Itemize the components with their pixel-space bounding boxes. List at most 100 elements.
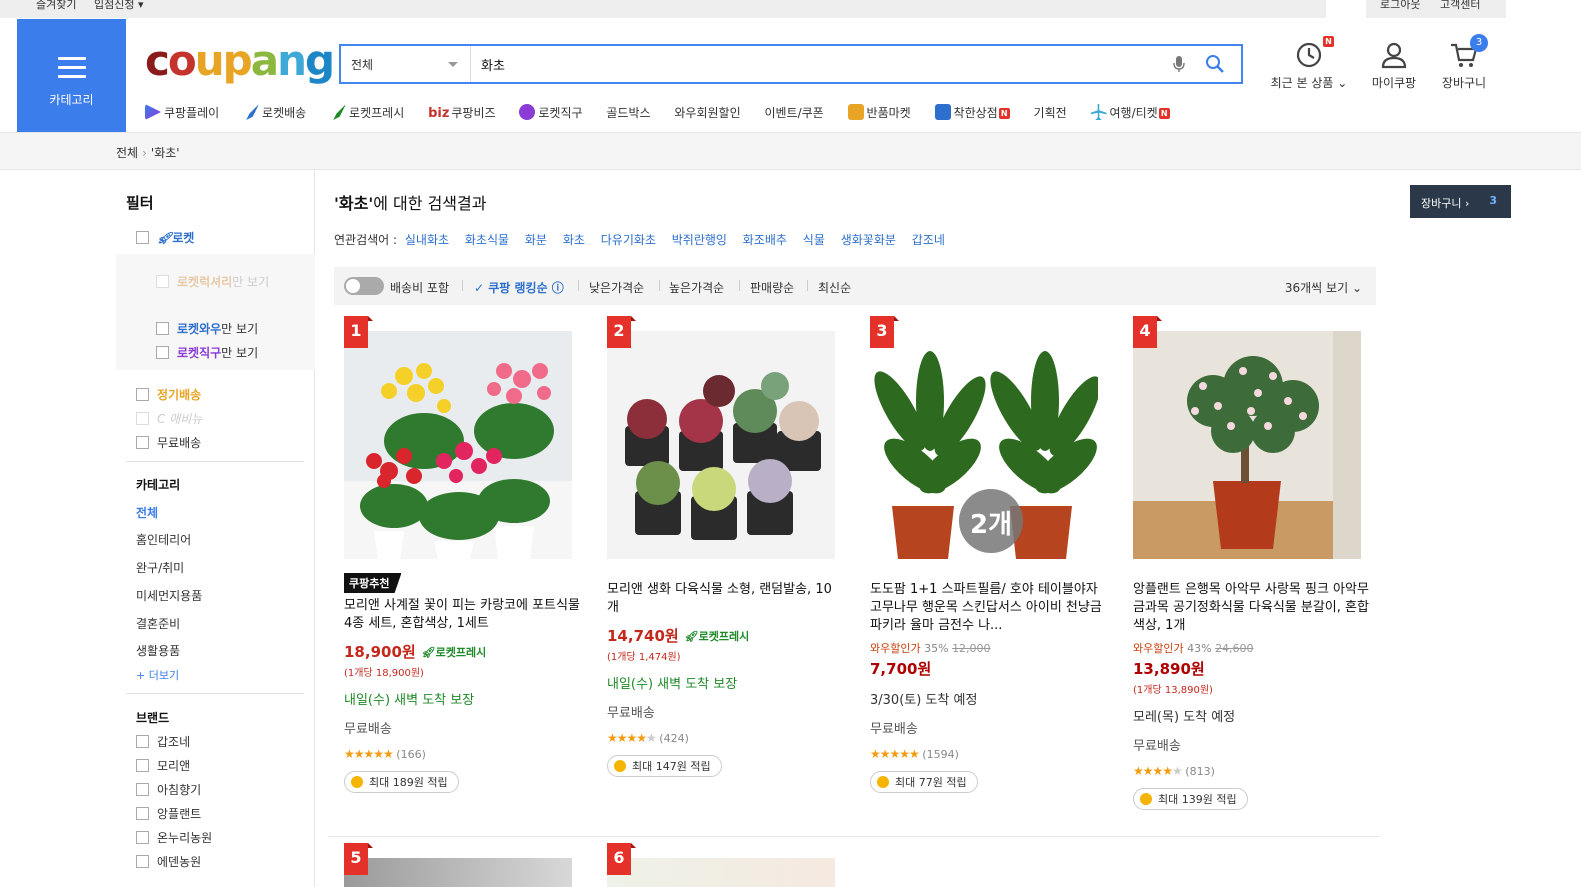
- brand-checkbox[interactable]: 온누리농원: [136, 829, 212, 846]
- related-keyword[interactable]: 생화꽃화분: [841, 233, 896, 247]
- related-keyword[interactable]: 실내화초: [405, 233, 449, 247]
- search-bar: 전체: [339, 44, 1243, 84]
- category-link[interactable]: 완구/취미: [136, 559, 184, 576]
- cart-button[interactable]: 3 장바구니: [1438, 34, 1490, 91]
- related-keyword[interactable]: 다유기화초: [601, 233, 656, 247]
- delivery-info: 3/30(토) 도착 예정: [870, 693, 978, 708]
- review-count: (813): [1185, 765, 1215, 778]
- nav-rocket-delivery[interactable]: 로켓배송: [243, 104, 306, 121]
- category-link[interactable]: 결혼준비: [136, 615, 180, 632]
- related-keyword[interactable]: 화초: [563, 233, 585, 247]
- product-image[interactable]: [1133, 331, 1361, 559]
- microphone-icon[interactable]: [1173, 55, 1185, 76]
- product-image[interactable]: [607, 858, 835, 887]
- product-name[interactable]: 모리앤 생화 다육식물 소형, 랜덤발송, 10개: [607, 581, 843, 617]
- related-keyword[interactable]: 화분: [525, 233, 547, 247]
- shipping-fee-toggle[interactable]: [344, 277, 384, 295]
- global-icon: [519, 104, 536, 120]
- sort-newest[interactable]: 최신순: [818, 279, 851, 296]
- coin-icon: [1140, 793, 1152, 805]
- product-name[interactable]: 모리앤 사계절 꽃이 피는 카랑코에 포트식물 4종 세트, 혼합색상, 1세트: [344, 597, 580, 633]
- nav-exhibition[interactable]: 기획전: [1034, 104, 1067, 121]
- related-keyword[interactable]: 갑조네: [912, 233, 945, 247]
- category-section-title: 카테고리: [136, 478, 181, 492]
- recent-viewed-button[interactable]: N 최근 본 상품 ⌄: [1264, 36, 1354, 91]
- product-image[interactable]: [344, 331, 572, 559]
- free-shipping-checkbox[interactable]: 무료배송: [136, 434, 201, 451]
- category-link[interactable]: 미세먼지용품: [136, 587, 202, 604]
- shipping-info: 무료배송: [870, 722, 918, 737]
- search-category-select[interactable]: 전체: [341, 46, 471, 82]
- new-badge: N: [1158, 108, 1170, 119]
- nav-rocket-fresh[interactable]: 로켓프레시: [330, 104, 404, 121]
- bookmark-link[interactable]: 즐겨찾기: [36, 0, 76, 11]
- subscription-checkbox[interactable]: 정기배송: [136, 386, 201, 403]
- nav-travel-ticket[interactable]: 여행/티켓 N: [1090, 104, 1170, 121]
- product-name[interactable]: 앙플랜트 은행목 아악무 사랑목 핑크 아악무 금과목 공기정화식물 다육식물 …: [1133, 581, 1369, 635]
- sort-bar: 배송비 포함 ✓ 쿠팡 랭킹순 ⓘ 낮은가격순 높은가격순 판매량순 최신순 3…: [334, 267, 1376, 305]
- category-link[interactable]: 홈인테리어: [136, 531, 191, 548]
- rocket-filter-checkbox[interactable]: 🚀︎ 로켓: [136, 229, 194, 246]
- reward-badge: 최대 77원 적립: [870, 771, 978, 793]
- mypage-button[interactable]: 마이쿠팡: [1370, 40, 1418, 91]
- discount-info: 와우할인가 35% 12,000: [870, 642, 991, 655]
- category-link-all[interactable]: 전체: [136, 504, 158, 521]
- utility-links: 즐겨찾기 입점신청 ▾: [36, 0, 157, 12]
- nav-goldbox[interactable]: 골드박스: [606, 104, 650, 121]
- product-card[interactable]: 6: [597, 843, 847, 887]
- brand-checkbox[interactable]: 갑조네: [136, 733, 190, 750]
- search-icon[interactable]: [1205, 54, 1225, 77]
- category-link[interactable]: 생활용품: [136, 642, 180, 659]
- unit-price: (1개당 13,890원): [1133, 685, 1213, 696]
- logout-link[interactable]: 로그아웃: [1380, 0, 1420, 12]
- breadcrumb-root[interactable]: 전체: [116, 146, 138, 160]
- sort-low-price[interactable]: 낮은가격순: [589, 279, 644, 296]
- sort-ranking[interactable]: ✓ 쿠팡 랭킹순 ⓘ: [474, 279, 564, 296]
- view-count-select[interactable]: 36개씩 보기 ⌄: [1285, 279, 1362, 296]
- related-keyword[interactable]: 식물: [803, 233, 825, 247]
- nav-rocket-global[interactable]: 로켓직구: [519, 104, 583, 121]
- product-image[interactable]: [344, 858, 572, 887]
- related-keyword[interactable]: 박쥐란행잉: [672, 233, 727, 247]
- seller-signup-link[interactable]: 입점신청 ▾: [94, 0, 144, 11]
- rocket-luxury-checkbox[interactable]: 로켓럭셔리 만 보기: [156, 273, 269, 290]
- rating: ★★★★★ (1594): [870, 747, 1106, 761]
- product-name[interactable]: 도도팜 1+1 스파트필름/ 호야 테이블야자 고무나무 행운목 스킨답서스 아…: [870, 581, 1106, 635]
- search-result-title: '화초'에 대한 검색결과: [334, 194, 487, 213]
- sort-high-price[interactable]: 높은가격순: [669, 279, 724, 296]
- product-image[interactable]: 2개: [870, 331, 1098, 559]
- search-input[interactable]: [481, 52, 1161, 76]
- brand-checkbox[interactable]: 앙플랜트: [136, 805, 201, 822]
- coupang-logo[interactable]: coupang: [145, 36, 335, 86]
- filter-title: 필터: [126, 194, 154, 212]
- rocket-fresh-icon: [333, 104, 347, 120]
- avenue-checkbox[interactable]: C 애비뉴: [136, 410, 202, 427]
- brand-checkbox[interactable]: 에덴농원: [136, 853, 201, 870]
- brand-checkbox[interactable]: 아침향기: [136, 781, 201, 798]
- search-category-value: 전체: [351, 58, 374, 72]
- unit-price: (1개당 18,900원): [344, 668, 424, 679]
- brand-checkbox[interactable]: 모리앤: [136, 757, 190, 774]
- product-card[interactable]: 5: [334, 843, 584, 887]
- category-more-link[interactable]: + 더보기: [136, 667, 179, 683]
- star-rating-icon: ★★★★★: [870, 747, 920, 761]
- nav-coupang-play[interactable]: 쿠팡플레이: [145, 104, 219, 121]
- related-keyword[interactable]: 화초식물: [465, 233, 509, 247]
- star-rating-icon: ★★★★★: [344, 747, 394, 761]
- rocket-wow-checkbox[interactable]: 로켓와우 만 보기: [156, 320, 258, 337]
- nav-coupang-biz[interactable]: biz 쿠팡비즈: [428, 104, 496, 121]
- utility-bar-bg: [0, 0, 1326, 18]
- sort-sales[interactable]: 판매량순: [750, 279, 794, 296]
- customer-center-link[interactable]: 고객센터: [1440, 0, 1480, 12]
- product-image[interactable]: [607, 331, 835, 559]
- related-keyword[interactable]: 화조배추: [743, 233, 787, 247]
- nav-wow-discount[interactable]: 와우회원할인: [674, 104, 740, 121]
- category-menu-button[interactable]: 카테고리: [17, 19, 126, 132]
- breadcrumb-bar: 전체 › '화초': [0, 132, 1581, 170]
- nav-good-store[interactable]: 착한상점 N: [934, 104, 1010, 121]
- nav-event-coupon[interactable]: 이벤트/쿠폰: [764, 104, 823, 121]
- rocket-direct-checkbox[interactable]: 로켓직구 만 보기: [156, 344, 258, 361]
- play-icon: [145, 104, 161, 120]
- floating-cart-button[interactable]: 장바구니 › 3: [1410, 185, 1511, 218]
- nav-return-market[interactable]: 반품마켓: [847, 104, 911, 121]
